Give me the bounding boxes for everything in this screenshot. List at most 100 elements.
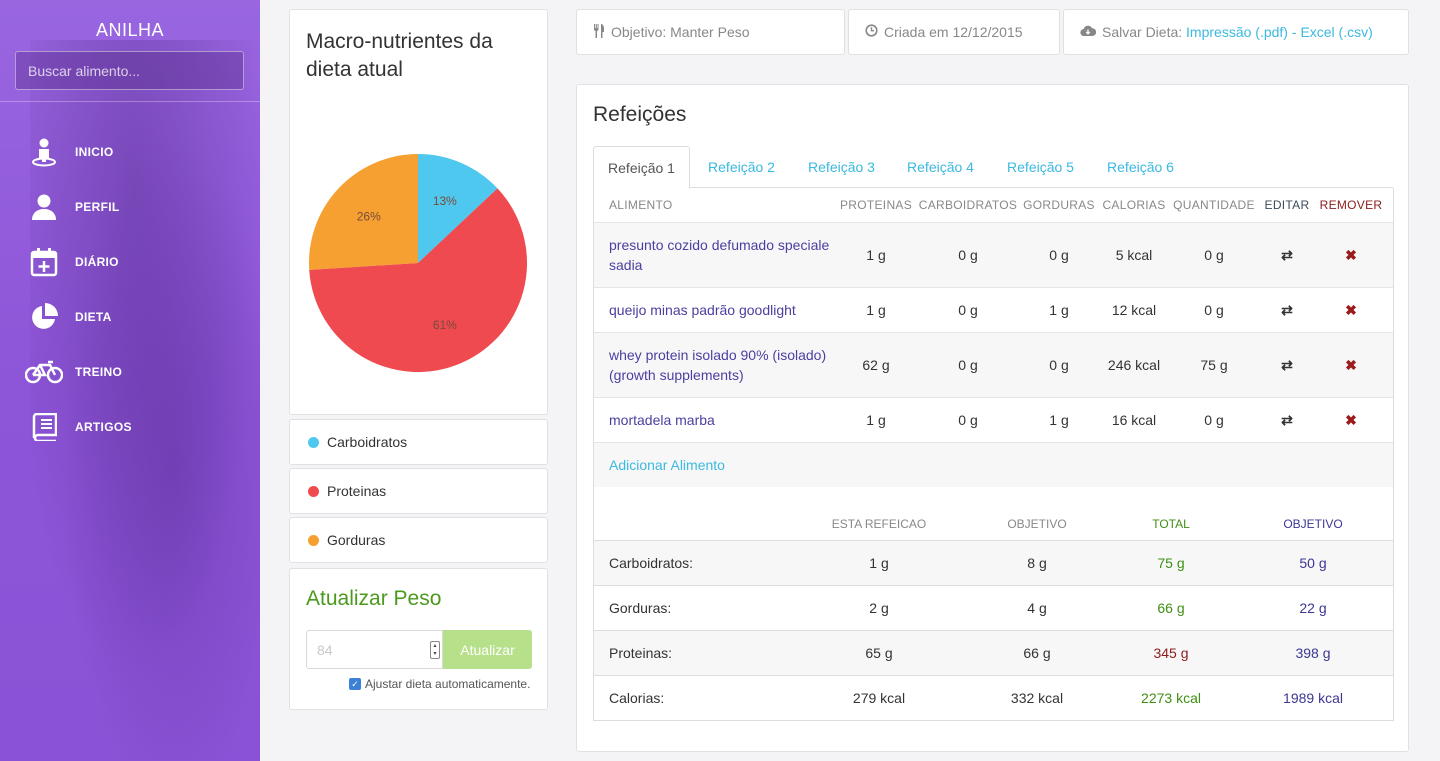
diet-goal-box: Objetivo: Manter Peso: [576, 9, 845, 55]
total-goal-value: 50 g: [1299, 555, 1327, 571]
totals-label: Carboidratos:: [609, 555, 694, 571]
pie-slice-label: 26%: [357, 210, 381, 224]
sidebar-item-treino[interactable]: TREINO: [0, 350, 260, 394]
tab-refeicao-6[interactable]: Refeição 6: [1092, 146, 1189, 188]
meal-value: 279 kcal: [852, 690, 906, 706]
pie-chart-icon: [20, 303, 68, 331]
table-row: presunto cozido defumado speciale sadia …: [594, 222, 1393, 287]
remove-icon[interactable]: ✖: [1345, 302, 1357, 319]
sidebar-item-dieta[interactable]: DIETA: [0, 295, 260, 339]
totals-row: Carboidratos: 1 g 8 g 75 g 50 g: [594, 540, 1393, 585]
save-csv-link[interactable]: Excel (.csv): [1300, 24, 1372, 40]
home-person-icon: [20, 137, 68, 167]
pie-slice-label: 61%: [433, 318, 457, 332]
macro-chart-card: Macro-nutrientes da dieta atual 13% 61% 26…: [289, 9, 548, 415]
swap-icon[interactable]: ⇄: [1281, 302, 1293, 319]
totals-row: Proteinas: 65 g 66 g 345 g 398 g: [594, 630, 1393, 675]
macro-pie-chart: 13% 61% 26%: [309, 154, 527, 372]
remove-icon[interactable]: ✖: [1345, 247, 1357, 264]
update-weight-button[interactable]: Atualizar: [443, 630, 532, 669]
food-name-link[interactable]: mortadela marba: [609, 410, 715, 430]
carb-value: 0 g: [958, 412, 978, 428]
column-header: EDITAR: [1264, 198, 1310, 212]
legend-item-proteinas[interactable]: Proteinas: [289, 468, 548, 514]
column-header: REMOVER: [1319, 198, 1383, 212]
checkbox-checked-icon[interactable]: ✓: [349, 678, 361, 690]
total-value: 66 g: [1157, 600, 1185, 616]
weight-input[interactable]: 84 ▴ ▾: [306, 630, 443, 669]
column-header: ALIMENTO: [609, 198, 673, 212]
user-icon: [20, 193, 68, 221]
tab-refeicao-2[interactable]: Refeição 2: [693, 146, 790, 188]
legend-label: Carboidratos: [327, 434, 408, 450]
swap-icon[interactable]: ⇄: [1281, 412, 1293, 429]
meals-title: Refeições: [593, 103, 687, 126]
food-table: ALIMENTO PROTEINAS CARBOIDRATOS GORDURAS…: [593, 188, 1394, 487]
food-name-link[interactable]: queijo minas padrão goodlight: [609, 300, 796, 320]
food-cell: mortadela marba: [609, 398, 839, 442]
diet-goal-text: Objetivo: Manter Peso: [611, 24, 750, 40]
quantity-value: 0 g: [1204, 247, 1224, 263]
edit-cell: ⇄: [1257, 333, 1317, 397]
meal-goal-value: 8 g: [1027, 555, 1047, 571]
add-food-link[interactable]: Adicionar Alimento: [609, 457, 725, 473]
legend-item-gorduras[interactable]: Gorduras: [289, 517, 548, 563]
cloud-download-icon: [1080, 25, 1097, 40]
save-pdf-link[interactable]: Impressão (.pdf): [1186, 24, 1288, 40]
sidebar-item-perfil[interactable]: PERFIL: [0, 185, 260, 229]
remove-icon[interactable]: ✖: [1345, 412, 1357, 429]
meal-goal-value: 66 g: [1023, 645, 1051, 661]
total-goal-value: 22 g: [1299, 600, 1327, 616]
total-goal-value: 1989 kcal: [1283, 690, 1343, 706]
remove-cell: ✖: [1316, 333, 1386, 397]
fork-knife-icon: [593, 23, 605, 41]
column-header: CALORIAS: [1102, 198, 1166, 212]
sidebar-item-inicio[interactable]: INICIO: [0, 130, 260, 174]
search-input[interactable]: [15, 51, 244, 90]
bicycle-icon: [20, 360, 68, 384]
food-name-link[interactable]: whey protein isolado 90% (isolado) (grow…: [609, 345, 839, 385]
sidebar-item-label: DIETA: [75, 310, 112, 324]
tab-refeicao-3[interactable]: Refeição 3: [793, 146, 890, 188]
sidebar-item-label: DIÁRIO: [75, 255, 119, 269]
add-food-cell: Adicionar Alimento: [609, 443, 725, 487]
sidebar-item-artigos[interactable]: ARTIGOS: [0, 405, 260, 449]
clock-icon: [865, 24, 878, 40]
protein-value: 1 g: [866, 247, 886, 263]
column-header: CARBOIDRATOS: [918, 198, 1018, 212]
totals-label: Proteinas:: [609, 645, 673, 661]
created-date-text: Criada em 12/12/2015: [884, 24, 1023, 40]
app-brand[interactable]: ANILHA: [0, 20, 260, 41]
edit-cell: ⇄: [1257, 288, 1317, 332]
add-food-row: Adicionar Alimento: [594, 442, 1393, 487]
totals-row: Gorduras: 2 g 4 g 66 g 22 g: [594, 585, 1393, 630]
update-weight-card: Atualizar Peso 84 ▴ ▾ Atualizar ✓ Ajustar…: [289, 568, 548, 710]
created-date-box: Criada em 12/12/2015: [848, 9, 1060, 55]
save-diet-box: Salvar Dieta: Impressão (.pdf) - Excel (…: [1063, 9, 1409, 55]
number-spinner-icon[interactable]: ▴ ▾: [430, 641, 440, 659]
food-table-header: ALIMENTO PROTEINAS CARBOIDRATOS GORDURAS…: [594, 188, 1393, 222]
tab-refeicao-5[interactable]: Refeição 5: [992, 146, 1089, 188]
meal-value: 2 g: [869, 600, 889, 616]
auto-adjust-checkbox[interactable]: ✓ Ajustar dieta automaticamente.: [349, 677, 530, 691]
tab-refeicao-4[interactable]: Refeição 4: [892, 146, 989, 188]
carb-value: 0 g: [958, 302, 978, 318]
meal-tabs: Refeição 1 Refeição 2 Refeição 3 Refeiçã…: [593, 146, 1393, 189]
food-name-link[interactable]: presunto cozido defumado speciale sadia: [609, 235, 839, 275]
food-cell: whey protein isolado 90% (isolado) (grow…: [609, 333, 839, 397]
column-header: PROTEINAS: [839, 198, 913, 212]
meal-goal-value: 332 kcal: [1010, 690, 1064, 706]
fat-value: 1 g: [1049, 412, 1069, 428]
book-icon: [20, 413, 68, 441]
legend-item-carboidratos[interactable]: Carboidratos: [289, 419, 548, 465]
tab-refeicao-1[interactable]: Refeição 1: [593, 146, 690, 189]
remove-cell: ✖: [1316, 288, 1386, 332]
sidebar-item-diario[interactable]: DIÁRIO: [0, 240, 260, 284]
remove-icon[interactable]: ✖: [1345, 357, 1357, 374]
edit-cell: ⇄: [1257, 223, 1317, 287]
total-value: 2273 kcal: [1141, 690, 1201, 706]
legend-label: Proteinas: [327, 483, 387, 499]
swap-icon[interactable]: ⇄: [1281, 247, 1293, 264]
legend-label: Gorduras: [327, 532, 386, 548]
swap-icon[interactable]: ⇄: [1281, 357, 1293, 374]
